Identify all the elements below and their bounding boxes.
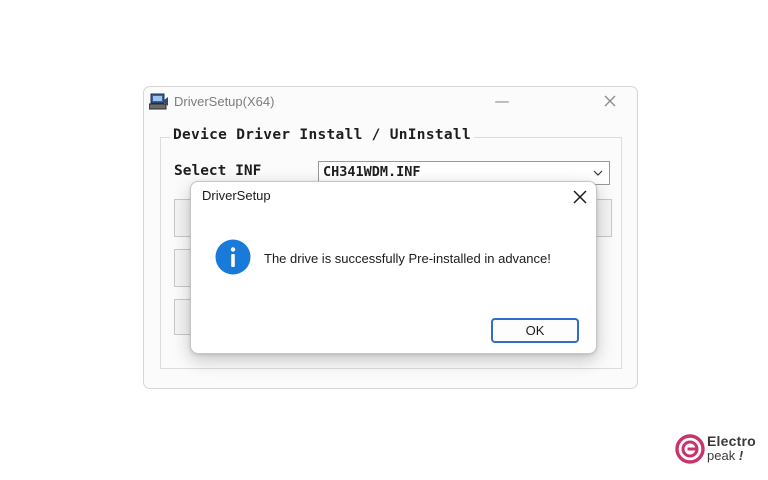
- dialog-message: The drive is successfully Pre-installed …: [264, 251, 551, 266]
- info-icon: [215, 239, 251, 275]
- electropeak-logo: Electro peak !: [675, 433, 757, 466]
- close-icon[interactable]: [598, 89, 622, 113]
- dialog-title: DriverSetup: [202, 188, 271, 203]
- minimize-icon: —: [494, 92, 510, 110]
- main-titlebar: DriverSetup(X64) —: [144, 87, 637, 117]
- ok-button[interactable]: OK: [491, 318, 579, 343]
- main-window-title: DriverSetup(X64): [174, 94, 275, 109]
- message-box-dialog: DriverSetup The drive is successfully Pr…: [190, 181, 597, 354]
- logo-text-electro: Electro: [707, 433, 756, 449]
- group-caption: Device Driver Install / UnInstall: [170, 127, 474, 143]
- chevron-down-icon: [593, 170, 603, 176]
- driver-setup-app-icon: [149, 93, 168, 110]
- minimize-button[interactable]: —: [490, 89, 514, 113]
- electropeak-logo-mark: [675, 434, 705, 464]
- inf-selected-value: CH341WDM.INF: [323, 164, 421, 180]
- close-icon[interactable]: [569, 186, 591, 208]
- select-inf-label: Select INF: [174, 163, 262, 179]
- logo-text-peak: peak !: [707, 448, 744, 463]
